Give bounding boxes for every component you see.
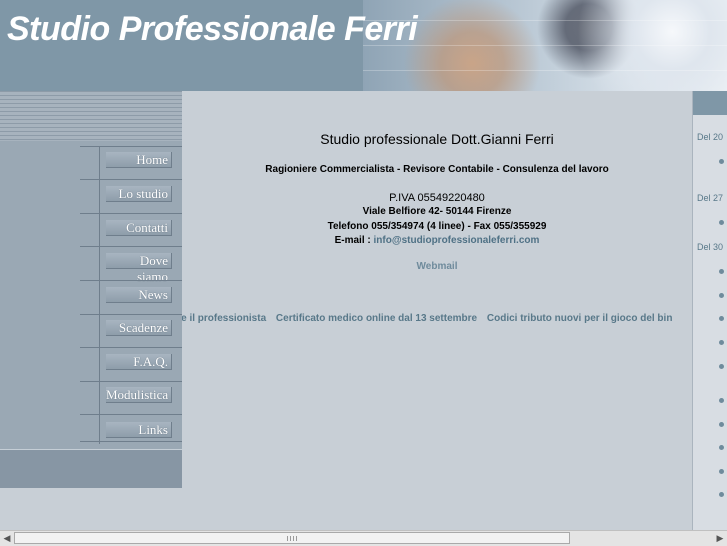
site-title: Studio Professionale Ferri bbox=[7, 10, 418, 48]
nav-divider bbox=[80, 213, 182, 214]
news-date: Del 27 bbox=[697, 193, 724, 203]
news-bullet-icon[interactable] bbox=[719, 220, 724, 225]
nav-divider bbox=[80, 146, 182, 147]
sidebar-nav: Home Lo studio Contatti Dove siamo News … bbox=[0, 91, 182, 488]
ticker-item[interactable]: Certificato medico online dal 13 settemb… bbox=[276, 313, 477, 324]
news-bullet-icon[interactable] bbox=[719, 340, 724, 345]
scroll-left-arrow-icon[interactable]: ◀ bbox=[0, 531, 14, 545]
email-link[interactable]: info@studioprofessionaleferri.com bbox=[374, 235, 540, 246]
news-bullet-icon[interactable] bbox=[719, 293, 724, 298]
ticker-item[interactable]: he il professionista bbox=[182, 313, 266, 324]
news-bullet-icon[interactable] bbox=[719, 364, 724, 369]
news-date: Del 20 bbox=[697, 132, 724, 142]
nav-divider bbox=[80, 314, 182, 315]
site-header: Studio Professionale Ferri bbox=[0, 0, 727, 91]
nav-item-dove-siamo[interactable]: Dove siamo bbox=[106, 253, 172, 284]
nav-divider bbox=[80, 414, 182, 415]
email-line: E-mail : info@studioprofessionaleferri.c… bbox=[182, 235, 692, 246]
news-bullet-icon[interactable] bbox=[719, 422, 724, 427]
news-date: Del 30 bbox=[697, 242, 724, 252]
news-column-header bbox=[693, 91, 727, 115]
nav-item-contatti[interactable]: Contatti bbox=[106, 220, 172, 236]
nav-divider bbox=[80, 381, 182, 382]
nav-item-lo-studio[interactable]: Lo studio bbox=[106, 186, 172, 202]
vat-number: P.IVA 05549220480 bbox=[389, 192, 485, 204]
nav-item-scadenze[interactable]: Scadenze bbox=[106, 320, 172, 336]
scrollbar-thumb[interactable] bbox=[14, 532, 570, 544]
address: Viale Belfiore 42- 50144 Firenze bbox=[362, 206, 512, 217]
nav-item-links[interactable]: Links bbox=[106, 422, 172, 438]
webmail-link[interactable]: Webmail bbox=[182, 261, 692, 272]
news-bullet-icon[interactable] bbox=[719, 469, 724, 474]
nav-divider bbox=[80, 347, 182, 348]
nav-divider bbox=[80, 246, 182, 247]
nav-divider bbox=[80, 280, 182, 281]
scroll-right-arrow-icon[interactable]: ▶ bbox=[713, 531, 727, 545]
news-ticker: he il professionista Certificato medico … bbox=[182, 313, 692, 327]
ticker-item[interactable]: Codici tributo nuovi per il gioco del bi… bbox=[487, 313, 673, 324]
news-column: Del 20 Del 27 Del 30 bbox=[692, 91, 727, 530]
news-bullet-icon[interactable] bbox=[719, 159, 724, 164]
scrollbar-grip bbox=[287, 536, 299, 541]
studio-subtitle: Ragioniere Commercialista - Revisore Con… bbox=[265, 164, 609, 175]
nav-item-modulistica[interactable]: Modulistica bbox=[106, 387, 172, 403]
news-bullet-icon[interactable] bbox=[719, 445, 724, 450]
horizontal-scrollbar[interactable]: ◀ ▶ bbox=[0, 530, 727, 546]
phone-fax: Telefono 055/354974 (4 linee) - Fax 055/… bbox=[327, 221, 547, 232]
studio-title: Studio professionale Dott.Gianni Ferri bbox=[320, 131, 554, 147]
nav-item-news[interactable]: News bbox=[106, 287, 172, 303]
sidebar-footer bbox=[0, 449, 182, 488]
nav-divider bbox=[99, 146, 100, 444]
main-content: Studio professionale Dott.Gianni Ferri R… bbox=[182, 91, 692, 530]
nav-item-home[interactable]: Home bbox=[106, 152, 172, 168]
email-label: E-mail : bbox=[334, 235, 374, 246]
sidebar-decoration bbox=[0, 91, 182, 141]
nav-item-faq[interactable]: F.A.Q. bbox=[106, 354, 172, 370]
news-bullet-icon[interactable] bbox=[719, 492, 724, 497]
header-photo bbox=[363, 0, 727, 91]
news-bullet-icon[interactable] bbox=[719, 269, 724, 274]
news-bullet-icon[interactable] bbox=[719, 398, 724, 403]
news-bullet-icon[interactable] bbox=[719, 316, 724, 321]
nav-divider bbox=[80, 179, 182, 180]
nav-divider bbox=[80, 441, 182, 442]
